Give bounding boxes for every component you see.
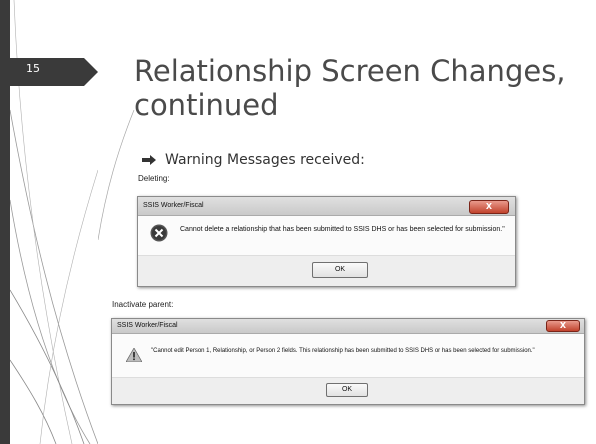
left-accent-bar bbox=[0, 0, 10, 444]
dialog-footer: OK bbox=[138, 255, 515, 286]
warning-icon bbox=[126, 348, 142, 362]
close-button[interactable]: X bbox=[469, 200, 509, 214]
dialog-title-bar: SSIS Worker/Fiscal X bbox=[138, 197, 515, 216]
dialog-footer: OK bbox=[112, 377, 584, 404]
slide: 15 Relationship Screen Changes, continue… bbox=[0, 0, 596, 444]
ok-button[interactable]: OK bbox=[312, 262, 368, 278]
bullet-item: Warning Messages received: bbox=[142, 152, 365, 168]
dialog-message: Cannot delete a relationship that has be… bbox=[180, 226, 505, 233]
inactivate-warning-dialog: SSIS Worker/Fiscal X "Cannot edit Person… bbox=[111, 318, 585, 405]
slide-number: 15 bbox=[26, 62, 40, 75]
dialog-title: SSIS Worker/Fiscal bbox=[117, 322, 178, 329]
caption-inactivate-parent: Inactivate parent: bbox=[112, 300, 174, 309]
dialog-title: SSIS Worker/Fiscal bbox=[143, 202, 204, 209]
slide-title: Relationship Screen Changes, continued bbox=[134, 54, 566, 122]
dialog-body: "Cannot edit Person 1, Relationship, or … bbox=[112, 334, 584, 404]
dialog-message: "Cannot edit Person 1, Relationship, or … bbox=[151, 348, 535, 354]
bullet-text: Warning Messages received: bbox=[165, 152, 365, 168]
close-button[interactable]: X bbox=[546, 320, 580, 332]
error-icon bbox=[150, 224, 168, 242]
title-curve bbox=[98, 110, 135, 240]
caption-deleting: Deleting: bbox=[138, 174, 170, 183]
slide-number-tab bbox=[10, 58, 98, 86]
dialog-title-bar: SSIS Worker/Fiscal X bbox=[112, 319, 584, 334]
delete-warning-dialog: SSIS Worker/Fiscal X Cannot delete a rel… bbox=[137, 196, 516, 287]
ok-button[interactable]: OK bbox=[326, 383, 368, 397]
arrow-bullet-icon bbox=[142, 155, 156, 165]
dialog-body: Cannot delete a relationship that has be… bbox=[138, 216, 515, 286]
